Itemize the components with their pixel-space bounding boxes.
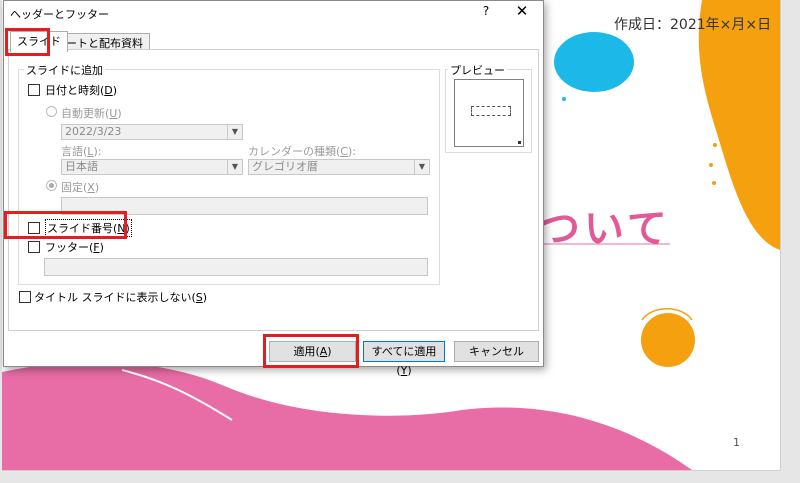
calendar-type-label: カレンダーの種類(C): [248,145,356,158]
apply-button[interactable]: 適用(A) [269,341,356,362]
orange-dot [709,163,713,167]
dont-show-on-title-label: タイトル スライドに表示しない(S) [34,291,208,304]
date-format-select[interactable]: 2022/3/23 ▼ [61,124,243,140]
calendar-type-select[interactable]: グレゴリオ暦 ▼ [248,159,430,175]
footer-checkbox[interactable] [28,241,40,253]
group-legend: スライドに追加 [24,62,105,78]
orange-dot [713,143,717,147]
header-footer-dialog: ヘッダーとフッター ? ✕ ノートと配布資料 スライド スライドに追加 日付と時… [3,0,544,377]
slide-title-fragment: ついて [540,206,671,252]
orange-circle [641,313,695,367]
dialog-title: ヘッダーとフッター [10,8,109,21]
slide-number-checkbox[interactable] [28,222,40,234]
chevron-down-icon: ▼ [227,160,242,174]
slide-page-number: 1 [733,436,740,449]
fixed-label: 固定(X) [61,181,100,194]
fixed-radio[interactable] [46,180,57,191]
dialog-titlebar[interactable]: ヘッダーとフッター ? ✕ [4,1,543,25]
preview-thumbnail [454,79,524,147]
fixed-date-input[interactable] [61,197,428,215]
dont-show-on-title-checkbox[interactable] [19,291,31,303]
preview-number-mark [518,141,521,144]
chevron-down-icon: ▼ [227,125,242,139]
date-time-label: 日付と時刻(D) [45,84,118,97]
cyan-blob [554,32,634,92]
language-label: 言語(L): [61,145,102,158]
help-button[interactable]: ? [476,4,496,22]
orange-shape [698,0,780,250]
close-button[interactable]: ✕ [510,2,534,22]
tab-slide[interactable]: スライド [10,31,68,52]
apply-all-button[interactable]: すべてに適用(Y) [363,341,445,377]
orange-dot [712,181,716,185]
footer-text-input[interactable] [44,258,428,276]
cancel-button[interactable]: キャンセル [454,341,539,362]
preview-legend: プレビュー [448,62,507,78]
chevron-down-icon: ▼ [414,160,429,174]
slide-number-label: スライド番号(N) [45,219,132,237]
cyan-dot [562,97,566,101]
auto-update-radio[interactable] [46,106,57,117]
language-select[interactable]: 日本語 ▼ [61,159,243,175]
date-time-checkbox[interactable] [28,84,40,96]
preview-placeholder [471,106,511,116]
auto-update-label: 自動更新(U) [61,107,122,120]
pink-wave [2,362,692,470]
slide-date-text: 作成日：2021年×月×日 [614,17,772,33]
footer-label: フッター(F) [45,241,104,254]
